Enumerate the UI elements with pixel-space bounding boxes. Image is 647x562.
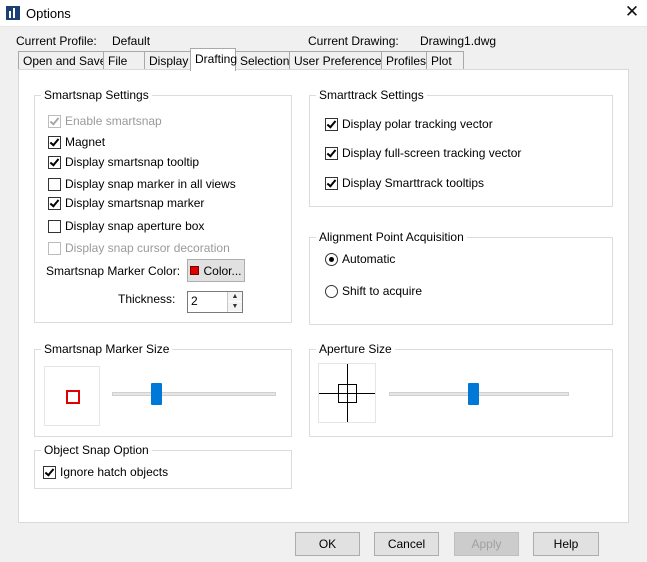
marker-size-slider-thumb[interactable] — [150, 383, 162, 405]
tab-display[interactable]: Display — [144, 51, 191, 70]
tab-drafting[interactable]: Drafting — [190, 48, 237, 71]
cancel-button[interactable]: Cancel — [374, 532, 439, 556]
window-title: Options — [26, 6, 71, 21]
display-smartsnap-tooltip-checkbox[interactable]: Display smartsnap tooltip — [48, 155, 199, 169]
alignment-point-group: Alignment Point Acquisition — [309, 230, 613, 325]
tab-open-and-save[interactable]: Open and Save — [18, 51, 106, 70]
close-icon[interactable]: ✕ — [623, 3, 641, 21]
thickness-spinner[interactable]: 2 ▲ ▼ — [187, 291, 243, 313]
current-drawing-label: Current Drawing: — [308, 34, 399, 48]
display-smartsnap-marker-checkbox[interactable]: Display smartsnap marker — [48, 196, 204, 210]
ignore-hatch-objects-checkbox[interactable]: Ignore hatch objects — [43, 465, 168, 479]
full-screen-tracking-vector-checkbox[interactable]: Display full-screen tracking vector — [325, 146, 521, 160]
smarttrack-tooltips-checkbox[interactable]: Display Smarttrack tooltips — [325, 176, 484, 190]
apply-button[interactable]: Apply — [454, 532, 519, 556]
tab-profiles[interactable]: Profiles — [381, 51, 427, 70]
ok-button[interactable]: OK — [295, 532, 360, 556]
snap-marker-all-views-checkbox[interactable]: Display snap marker in all views — [48, 177, 236, 191]
polar-tracking-vector-checkbox[interactable]: Display polar tracking vector — [325, 117, 493, 131]
marker-color-label: Smartsnap Marker Color: — [46, 264, 181, 278]
current-drawing-value: Drawing1.dwg — [420, 34, 497, 48]
marker-size-preview — [44, 366, 100, 426]
marker-color-button[interactable]: Color... — [187, 259, 245, 282]
thickness-label: Thickness: — [118, 292, 176, 306]
spin-up-icon[interactable]: ▲ — [228, 292, 242, 301]
help-button[interactable]: Help — [533, 532, 599, 556]
aperture-size-slider-thumb[interactable] — [468, 383, 480, 405]
thickness-value: 2 — [191, 294, 198, 308]
object-snap-title: Object Snap Option — [41, 443, 152, 457]
snap-aperture-box-checkbox[interactable]: Display snap aperture box — [48, 219, 204, 233]
tab-plot[interactable]: Plot — [426, 51, 464, 70]
app-icon — [6, 6, 20, 20]
magnet-checkbox[interactable]: Magnet — [48, 135, 105, 149]
smarttrack-settings-title: Smarttrack Settings — [316, 88, 427, 102]
alignment-point-title: Alignment Point Acquisition — [316, 230, 467, 244]
tab-file[interactable]: File — [103, 51, 145, 70]
spin-down-icon[interactable]: ▼ — [228, 302, 242, 311]
aperture-size-preview — [318, 363, 376, 423]
current-profile-label: Current Profile: — [16, 34, 97, 48]
enable-smartsnap-checkbox[interactable]: Enable smartsnap — [48, 114, 162, 128]
shift-to-acquire-radio[interactable]: Shift to acquire — [325, 284, 422, 298]
marker-size-title: Smartsnap Marker Size — [41, 342, 173, 356]
snap-cursor-decoration-checkbox[interactable]: Display snap cursor decoration — [48, 241, 230, 255]
smartsnap-settings-title: Smartsnap Settings — [41, 88, 152, 102]
title-bar: Options ✕ — [0, 0, 647, 27]
marker-size-track — [112, 392, 276, 396]
aperture-size-title: Aperture Size — [316, 342, 395, 356]
tab-user-preferences[interactable]: User Preferences — [289, 51, 387, 70]
tab-selection[interactable]: Selection — [235, 51, 290, 70]
automatic-radio[interactable]: Automatic — [325, 252, 395, 266]
marker-preview-square — [66, 390, 80, 404]
marker-color-swatch — [190, 266, 200, 275]
current-profile-value: Default — [112, 34, 151, 48]
